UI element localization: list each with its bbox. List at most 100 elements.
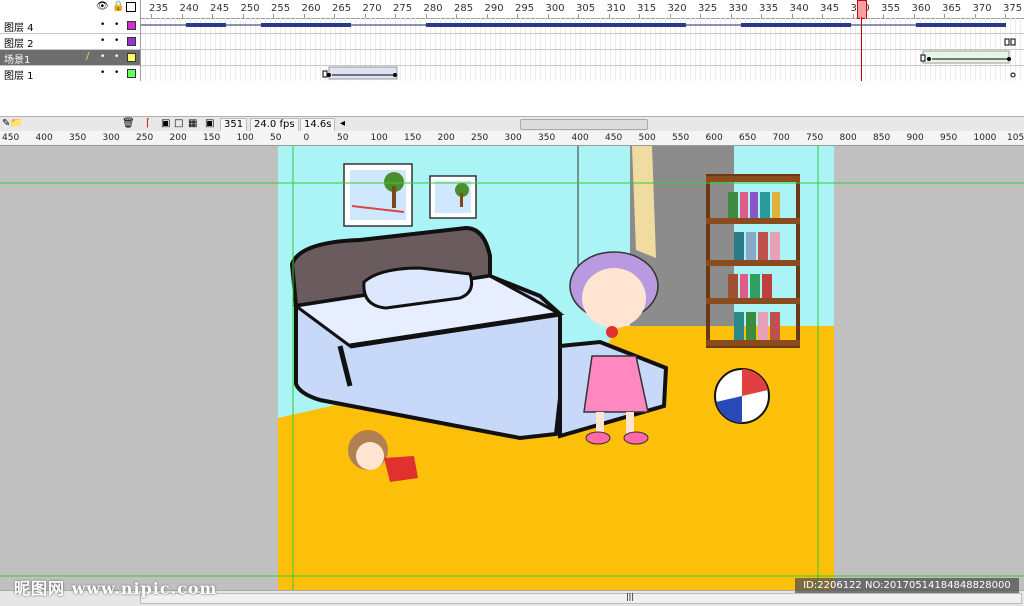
layer-name: 图层 1: [4, 71, 34, 82]
frame-number-label: 310: [606, 3, 626, 14]
frame-number-label: 285: [454, 3, 474, 14]
ruler-label: 0: [303, 133, 310, 143]
frame-number-label: 370: [972, 3, 992, 14]
layer-name: 场景1: [4, 55, 31, 66]
frame-row-layer2[interactable]: [141, 34, 1024, 50]
ruler-label: 400: [35, 133, 53, 143]
frame-row-layer4[interactable]: [141, 18, 1024, 34]
ruler-label: 300: [504, 133, 522, 143]
playhead[interactable]: [857, 0, 867, 19]
frame-number-label: 365: [942, 3, 962, 14]
visibility-dot[interactable]: •: [100, 36, 105, 46]
frame-number-label: 250: [240, 3, 260, 14]
stage-horizontal-scrollbar[interactable]: [140, 593, 1022, 604]
ruler-label: 250: [136, 133, 154, 143]
tween-span: [920, 50, 1011, 64]
timeline-panel: 👁 🔒 图层 4 • • 图层 2 • • 场景1 / • • 图层 1 • •: [0, 0, 1024, 132]
ruler-label: 950: [940, 133, 958, 143]
frame-number-label: 275: [393, 3, 413, 14]
layer-color-swatch[interactable]: [127, 53, 136, 62]
timeline-scrollbar[interactable]: [520, 119, 648, 130]
current-frame: 351: [220, 118, 248, 132]
ruler-label: 800: [839, 133, 857, 143]
ruler-label: 100: [370, 133, 388, 143]
work-area[interactable]: [0, 146, 1024, 590]
lock-icon[interactable]: 🔒: [112, 1, 124, 12]
layer-row-scene1[interactable]: 场景1 / • •: [0, 50, 140, 66]
ruler-label: 350: [69, 133, 87, 143]
frame-row-layer1[interactable]: [141, 66, 1024, 82]
frame-number-label: 320: [667, 3, 687, 14]
ruler-label: 200: [169, 133, 187, 143]
lock-dot[interactable]: •: [114, 20, 119, 30]
layer-header-icons: 👁 🔒: [96, 1, 140, 14]
visibility-dot[interactable]: •: [100, 20, 105, 30]
ruler-label: 500: [638, 133, 656, 143]
ruler-label: 100: [236, 133, 254, 143]
frame-rate[interactable]: 24.0 fps: [250, 118, 299, 132]
lock-dot[interactable]: •: [114, 68, 119, 78]
stage-ruler: 450 400 350 300 250 200 150 100 50 0 50 100 150 200 25…: [0, 131, 1024, 146]
ruler-label: 1000: [973, 133, 997, 143]
wall-picture-small: [429, 175, 477, 219]
lock-dot[interactable]: •: [114, 52, 119, 62]
lock-dot[interactable]: •: [114, 36, 119, 46]
ruler-label: 400: [571, 133, 589, 143]
layer-row-4[interactable]: 图层 4 • •: [0, 18, 140, 34]
watermark-id: ID:2206122 NO:20170514184848828000: [795, 578, 1019, 593]
beach-ball: [714, 368, 770, 424]
frame-number-label: 315: [637, 3, 657, 14]
layer-name: 图层 2: [4, 39, 34, 50]
ruler-label: 750: [806, 133, 824, 143]
onion-markers-icon[interactable]: ▣: [205, 118, 214, 129]
layer-color-swatch[interactable]: [127, 69, 136, 78]
frame-row-scene1[interactable]: [141, 50, 1024, 66]
frame-number-label: 305: [576, 3, 596, 14]
frame-grid[interactable]: [141, 18, 1024, 82]
delete-layer-icon[interactable]: 🗑: [122, 118, 135, 129]
stage-canvas[interactable]: [0, 146, 1024, 590]
layer-list: 👁 🔒 图层 4 • • 图层 2 • • 场景1 / • • 图层 1 • •: [0, 0, 141, 82]
visibility-dot[interactable]: •: [100, 52, 105, 62]
layer-row-2[interactable]: 图层 2 • •: [0, 34, 140, 50]
frame-number-label: 325: [698, 3, 718, 14]
frame-number-label: 235: [149, 3, 169, 14]
timeline-status-bar: ✎ 📁 🗑 ⌈ ▣ □ ▦ ▣ 351 24.0 fps 14.6s ◂: [0, 116, 1024, 132]
frame-ruler[interactable]: 235 240 245 250 255 260 265 270 275 280 285 290 295 3…: [141, 0, 1024, 19]
eye-icon[interactable]: 👁: [96, 1, 109, 12]
ruler-label: 700: [772, 133, 790, 143]
pencil-icon: /: [86, 51, 90, 62]
onion-outline-icon[interactable]: □: [174, 118, 183, 129]
ruler-label: 350: [538, 133, 556, 143]
ruler-label: 850: [873, 133, 891, 143]
layer-color-swatch[interactable]: [127, 21, 136, 30]
ruler-label: 450: [605, 133, 623, 143]
frame-number-label: 280: [423, 3, 443, 14]
ruler-label: 1050: [1007, 133, 1024, 143]
scroll-thumb-grip[interactable]: |||: [620, 593, 640, 602]
frame-number-label: 335: [759, 3, 779, 14]
visibility-dot[interactable]: •: [100, 68, 105, 78]
frame-number-label: 330: [728, 3, 748, 14]
frame-number-label: 270: [362, 3, 382, 14]
ruler-label: 150: [203, 133, 221, 143]
ruler-label: 450: [2, 133, 20, 143]
ruler-label: 550: [672, 133, 690, 143]
scroll-left-arrow[interactable]: ◂: [340, 118, 345, 129]
elapsed-time: 14.6s: [300, 118, 336, 132]
onion-skin-icon[interactable]: ▣: [161, 118, 170, 129]
frame-number-label: 345: [820, 3, 840, 14]
frame-number-label: 255: [271, 3, 291, 14]
outline-icon[interactable]: [126, 2, 136, 12]
layer-name: 图层 4: [4, 23, 34, 34]
layer-color-swatch[interactable]: [127, 37, 136, 46]
frame-number-label: 265: [332, 3, 352, 14]
add-folder-icon[interactable]: 📁: [10, 118, 22, 129]
frame-number-label: 300: [545, 3, 565, 14]
ruler-label: 50: [337, 133, 349, 143]
edit-multiple-icon[interactable]: ▦: [188, 118, 197, 129]
ruler-label: 600: [705, 133, 723, 143]
center-frame-icon[interactable]: ⌈: [146, 118, 150, 129]
audio-waveform: [141, 23, 1006, 27]
layer-row-1[interactable]: 图层 1 • •: [0, 66, 140, 82]
